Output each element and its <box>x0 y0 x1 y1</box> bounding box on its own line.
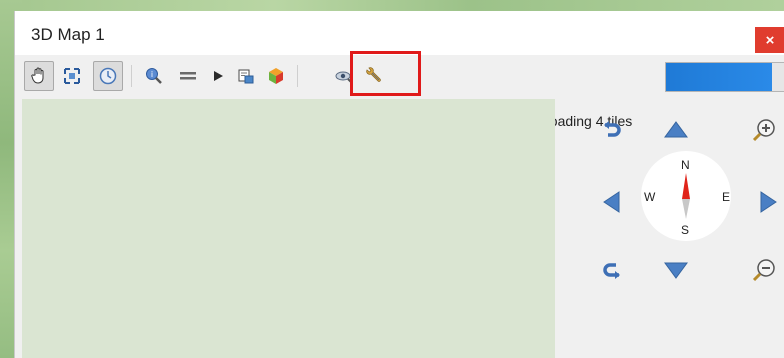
close-button[interactable]: × <box>755 27 784 53</box>
compass-west-label: W <box>644 190 656 204</box>
compass-east-label: E <box>722 190 731 204</box>
tilt-down-button[interactable] <box>661 255 691 285</box>
loading-progress-bar <box>665 62 784 92</box>
arrow-up-icon <box>664 121 688 138</box>
compass-south-label: S <box>681 223 690 237</box>
map-canvas[interactable] <box>22 99 555 358</box>
arrow-right-icon <box>760 191 777 213</box>
play-button[interactable] <box>203 61 233 91</box>
navigation-panel: N W E S <box>575 101 784 358</box>
tilt-up-button[interactable] <box>661 115 691 145</box>
zoom-full-button[interactable] <box>57 61 87 91</box>
compass-rose-icon <box>641 151 731 241</box>
arrow-down-icon <box>664 262 688 279</box>
zoom-out-icon <box>752 259 775 282</box>
toolbar-separator <box>131 65 132 87</box>
measure-line-icon <box>180 72 196 80</box>
zoom-in-icon <box>752 119 775 142</box>
rotate-cw-icon <box>603 263 620 279</box>
3d-object-icon <box>269 68 283 84</box>
animation-icon <box>99 67 117 85</box>
svg-text:i: i <box>151 70 153 79</box>
pan-left-button[interactable] <box>597 187 627 217</box>
identify-button[interactable]: i <box>139 61 169 91</box>
rotate-cw-button[interactable] <box>597 255 627 285</box>
window-title: 3D Map 1 <box>31 25 105 44</box>
pan-right-button[interactable] <box>753 187 783 217</box>
identify-icon: i <box>146 68 162 84</box>
highlight-box <box>350 51 421 96</box>
3d-map-window: 3D Map 1 × i Loading 4 tiles N W E S <box>14 11 784 358</box>
rotate-ccw-icon <box>604 121 621 137</box>
play-icon <box>214 71 223 81</box>
zoom-in-button[interactable] <box>749 115 779 145</box>
rotate-ccw-button[interactable] <box>597 115 627 145</box>
progress-fill <box>666 63 773 91</box>
compass-north-label: N <box>681 158 690 172</box>
zoom-full-icon <box>64 68 80 84</box>
arrow-left-icon <box>603 191 620 213</box>
title-bar: 3D Map 1 × <box>15 11 784 55</box>
zoom-out-button[interactable] <box>749 255 779 285</box>
animation-button[interactable] <box>93 61 123 91</box>
pan-icon <box>31 67 44 84</box>
compass[interactable]: N W E S <box>620 151 735 241</box>
pan-tool-button[interactable] <box>24 61 54 91</box>
export-button[interactable] <box>231 61 261 91</box>
3d-object-button[interactable] <box>261 61 291 91</box>
measure-line-button[interactable] <box>173 61 203 91</box>
toolbar-separator <box>297 65 298 87</box>
export-icon <box>238 69 254 84</box>
